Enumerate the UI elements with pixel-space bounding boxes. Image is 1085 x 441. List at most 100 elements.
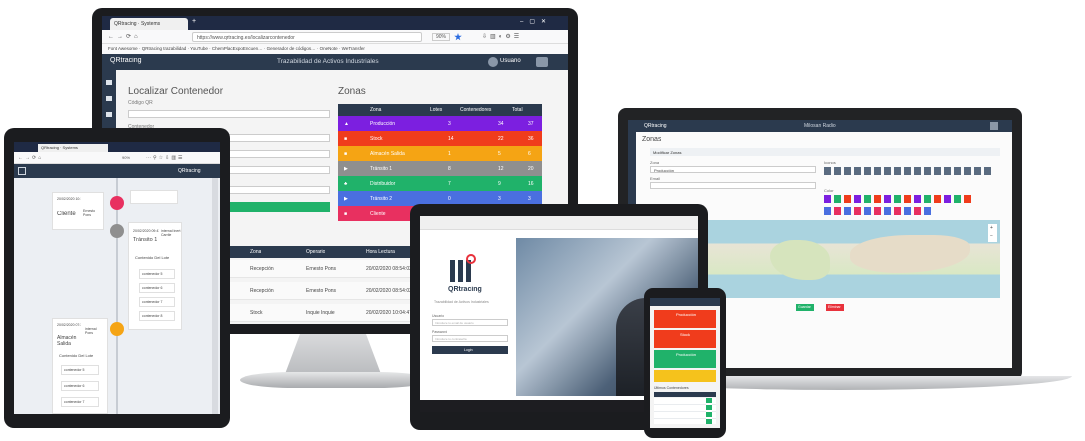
phone-table-label: Últimos Contenedores bbox=[654, 386, 689, 390]
card-user: Ernesto Pons bbox=[83, 209, 96, 217]
qr-code-input[interactable] bbox=[128, 110, 330, 118]
phone-app-header bbox=[650, 298, 720, 306]
zone-containers: 9 bbox=[498, 181, 501, 187]
settings-icon[interactable] bbox=[536, 57, 548, 67]
col-zone: Zona bbox=[250, 249, 262, 255]
card-date: 20/02/2020 10:19:19 bbox=[57, 197, 81, 201]
timeline-marker-grey bbox=[110, 224, 124, 238]
browser-tab[interactable]: QRtracing · Systems bbox=[110, 18, 188, 30]
timeline-marker-red bbox=[110, 196, 124, 210]
zone-row[interactable]: ▲ Producción 3 34 37 bbox=[338, 116, 542, 131]
zone-lots: 14 bbox=[448, 136, 454, 142]
zone-total: 37 bbox=[528, 121, 534, 127]
scrollbar[interactable] bbox=[212, 178, 218, 414]
nav-arrows-icon[interactable]: ←→⟳⌂ bbox=[108, 33, 141, 40]
history-zone: Recepción bbox=[250, 288, 274, 294]
zone-name: Cliente bbox=[370, 211, 386, 217]
bookmark-item[interactable]: ChemPlacExpoEncuen… bbox=[212, 46, 263, 51]
login-logo: QRtracing bbox=[448, 286, 482, 293]
settings-icon[interactable] bbox=[990, 122, 998, 130]
browser-chrome bbox=[420, 216, 698, 230]
app-logo[interactable]: QRtracing bbox=[178, 168, 201, 174]
phone-zone-card[interactable]: Stock bbox=[654, 330, 716, 348]
zone-containers: 3 bbox=[498, 196, 501, 202]
zone-containers: 34 bbox=[498, 121, 504, 127]
tablet-tab-bar: QRtracing · Systems bbox=[14, 142, 220, 152]
history-time: 20/02/2020 08:54:02 bbox=[366, 288, 412, 294]
content-item[interactable]: contenedor 6 bbox=[139, 283, 175, 293]
content-item[interactable]: contenedor 6 bbox=[61, 381, 99, 391]
bookmark-item[interactable]: OneNote bbox=[320, 46, 338, 51]
col-read-time: Hora Lectura bbox=[366, 249, 395, 255]
toolbar-icons[interactable]: ⇩▥◐⚙☰ bbox=[482, 33, 522, 40]
zoom-level[interactable]: 90% bbox=[122, 155, 130, 160]
map-zoom-controls[interactable]: + − bbox=[988, 224, 997, 242]
content-label: Contenido Del Lote bbox=[59, 353, 94, 358]
content-item[interactable]: contenedor 5 bbox=[139, 269, 175, 279]
phone-zone-card[interactable]: Producción bbox=[654, 350, 716, 368]
phone-zone-card[interactable] bbox=[654, 370, 716, 382]
content-item[interactable]: contenedor 5 bbox=[61, 365, 99, 375]
home-icon[interactable] bbox=[106, 80, 112, 85]
address-field[interactable]: https://www.qrtracing.es/localizarconten… bbox=[192, 32, 422, 42]
new-tab-icon[interactable]: + bbox=[192, 18, 196, 25]
bookmark-item[interactable]: YouTube bbox=[190, 46, 208, 51]
bookmark-item[interactable]: QRtracing trazabilidad bbox=[142, 46, 187, 51]
bookmark-star-icon[interactable] bbox=[454, 33, 462, 41]
content-item[interactable]: contenedor 8 bbox=[139, 311, 175, 321]
timeline-card[interactable]: 20/02/2020 10:19:19 Cliente Ernesto Pons bbox=[52, 192, 104, 230]
timeline-card[interactable] bbox=[130, 190, 178, 204]
zone-lots: 3 bbox=[448, 121, 451, 127]
delete-button[interactable]: Eliminar bbox=[826, 304, 844, 311]
zone-lots: 1 bbox=[448, 151, 451, 157]
app-logo[interactable]: QRtracing bbox=[644, 123, 667, 129]
phone-screen: Producción Stock Producción Últimos Cont… bbox=[650, 298, 720, 428]
login-button[interactable]: Login bbox=[432, 346, 508, 354]
user-input[interactable]: Introduce tu email de usuario bbox=[432, 319, 508, 326]
timeline-card[interactable]: 20/02/2020 09:41:44 Tránsito 1 internal … bbox=[128, 222, 182, 330]
email-input[interactable] bbox=[650, 182, 816, 189]
zone-icon: ♣ bbox=[344, 181, 348, 187]
zone-total: 36 bbox=[528, 136, 534, 142]
nav-arrows-icon[interactable]: ←→⟳⌂ bbox=[18, 155, 43, 161]
color-picker[interactable] bbox=[824, 195, 974, 203]
content-item[interactable]: contenedor 7 bbox=[61, 397, 99, 407]
browser-tab[interactable]: QRtracing · Systems bbox=[38, 144, 108, 152]
toolbar-icons[interactable]: ⋯⚲☆⇩▥☰ bbox=[146, 155, 185, 161]
bookmark-item[interactable]: Font Awesome bbox=[108, 46, 138, 51]
chart-icon[interactable] bbox=[106, 112, 112, 117]
zone-name-input[interactable]: Producción bbox=[650, 166, 816, 173]
user-avatar-icon[interactable] bbox=[488, 57, 498, 67]
phone-zone-card[interactable]: Producción bbox=[654, 310, 716, 328]
zoom-level[interactable]: 90% bbox=[432, 33, 451, 41]
card-zone: Almacén Salida bbox=[57, 335, 77, 347]
zone-row[interactable]: ■ Almacén Salida 1 5 6 bbox=[338, 146, 542, 161]
zone-containers: 22 bbox=[498, 136, 504, 142]
color-picker-row-2[interactable] bbox=[824, 207, 934, 215]
password-input[interactable]: Introduce tu contraseña bbox=[432, 335, 508, 342]
content-label: Contenido Del Lote bbox=[135, 255, 170, 260]
app-logo[interactable]: QRtracing bbox=[110, 57, 142, 64]
bookmark-item[interactable]: Generador de códigos… bbox=[267, 46, 316, 51]
col-lots: Lotes bbox=[430, 107, 443, 113]
zone-row[interactable]: ■ Stock 14 22 36 bbox=[338, 131, 542, 146]
map-icon[interactable] bbox=[106, 96, 112, 101]
timeline-card[interactable]: 20/02/2020 07:34:19 Almacén Salida inter… bbox=[52, 318, 108, 414]
menu-icon[interactable] bbox=[18, 167, 26, 175]
zones-table-header: Zona Lotes Contenedores Total bbox=[338, 104, 542, 116]
phone-table-rows[interactable] bbox=[654, 398, 716, 424]
user-name[interactable]: Usuario bbox=[500, 58, 521, 64]
colors-label: Color bbox=[824, 188, 834, 193]
page-title: Zonas bbox=[642, 136, 662, 143]
zone-row[interactable]: ♣ Distribuidor 7 9 16 bbox=[338, 176, 542, 191]
timeline-line bbox=[116, 178, 118, 414]
zone-lots: 0 bbox=[448, 196, 451, 202]
content-item[interactable]: contenedor 7 bbox=[139, 297, 175, 307]
bookmark-item[interactable]: WeTransfer bbox=[342, 46, 365, 51]
icon-picker[interactable] bbox=[824, 167, 994, 175]
zone-icon: ■ bbox=[344, 211, 348, 217]
zone-row[interactable]: ▶ Tránsito 1 8 12 20 bbox=[338, 161, 542, 176]
save-button[interactable]: Guardar bbox=[796, 304, 814, 311]
zone-lots: 8 bbox=[448, 166, 451, 172]
window-controls-icon[interactable]: –▢✕ bbox=[520, 18, 552, 25]
